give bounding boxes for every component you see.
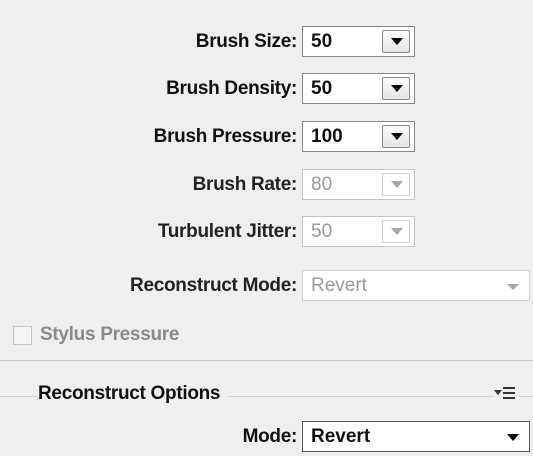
stylus-pressure-label: Stylus Pressure (40, 324, 180, 345)
brush-rate-label: Brush Rate: (192, 173, 298, 195)
brush-rate-row: Brush Rate: 80 (0, 168, 533, 201)
brush-density-value[interactable]: 50 (311, 78, 332, 100)
brush-size-dropdown-button[interactable] (382, 30, 410, 53)
chevron-down-icon (391, 85, 403, 92)
brush-size-row: Brush Size: 50 (0, 25, 533, 58)
brush-rate-dropdown-button[interactable] (382, 173, 410, 196)
stylus-pressure-checkbox[interactable] (13, 325, 32, 345)
turbulent-jitter-combo[interactable]: 50 (302, 216, 415, 247)
chevron-down-icon (391, 181, 403, 188)
reconstruct-mode-row: Reconstruct Mode: Revert (0, 269, 533, 302)
turbulent-jitter-dropdown-button[interactable] (382, 220, 410, 243)
reconstruct-mode-select[interactable]: Revert (302, 270, 530, 301)
chevron-down-icon (391, 228, 403, 235)
reconstruct-mode-label: Reconstruct Mode: (130, 274, 297, 296)
mode-label: Mode: (242, 425, 298, 447)
mode-dropdown-arrow[interactable] (507, 434, 519, 441)
turbulent-jitter-row: Turbulent Jitter: 50 (0, 215, 533, 248)
reconstruct-mode-dropdown-arrow[interactable] (507, 284, 519, 290)
brush-density-combo[interactable]: 50 (302, 73, 415, 104)
brush-pressure-row: Brush Pressure: 100 (0, 120, 533, 153)
brush-pressure-combo[interactable]: 100 (302, 121, 415, 152)
brush-size-label: Brush Size: (195, 30, 298, 52)
chevron-down-icon (391, 38, 403, 45)
brush-density-row: Brush Density: 50 (0, 72, 533, 105)
menu-bar-icon (503, 387, 515, 389)
menu-bar-icon (503, 392, 515, 394)
brush-size-combo[interactable]: 50 (302, 26, 415, 57)
brush-density-label: Brush Density: (166, 77, 297, 99)
brush-density-dropdown-button[interactable] (382, 77, 410, 100)
stylus-pressure-row[interactable]: Stylus Pressure (13, 324, 179, 346)
mode-row: Mode: Revert (0, 420, 533, 453)
menu-bar-icon (503, 397, 515, 399)
section-divider (0, 360, 533, 361)
brush-rate-combo[interactable]: 80 (302, 169, 415, 200)
mode-value[interactable]: Revert (311, 426, 370, 448)
reconstruct-mode-value[interactable]: Revert (311, 275, 367, 297)
brush-pressure-value[interactable]: 100 (311, 126, 343, 148)
mode-select[interactable]: Revert (302, 421, 530, 452)
panel-menu-icon[interactable] (494, 385, 518, 401)
menu-arrow-icon (494, 390, 502, 395)
turbulent-jitter-label: Turbulent Jitter: (157, 220, 297, 242)
chevron-down-icon (391, 133, 403, 140)
brush-size-value[interactable]: 50 (311, 31, 332, 53)
brush-pressure-label: Brush Pressure: (153, 125, 298, 147)
turbulent-jitter-value[interactable]: 50 (311, 221, 332, 243)
brush-pressure-dropdown-button[interactable] (382, 125, 410, 148)
reconstruct-options-title: Reconstruct Options (38, 383, 229, 405)
brush-rate-value[interactable]: 80 (311, 174, 332, 196)
